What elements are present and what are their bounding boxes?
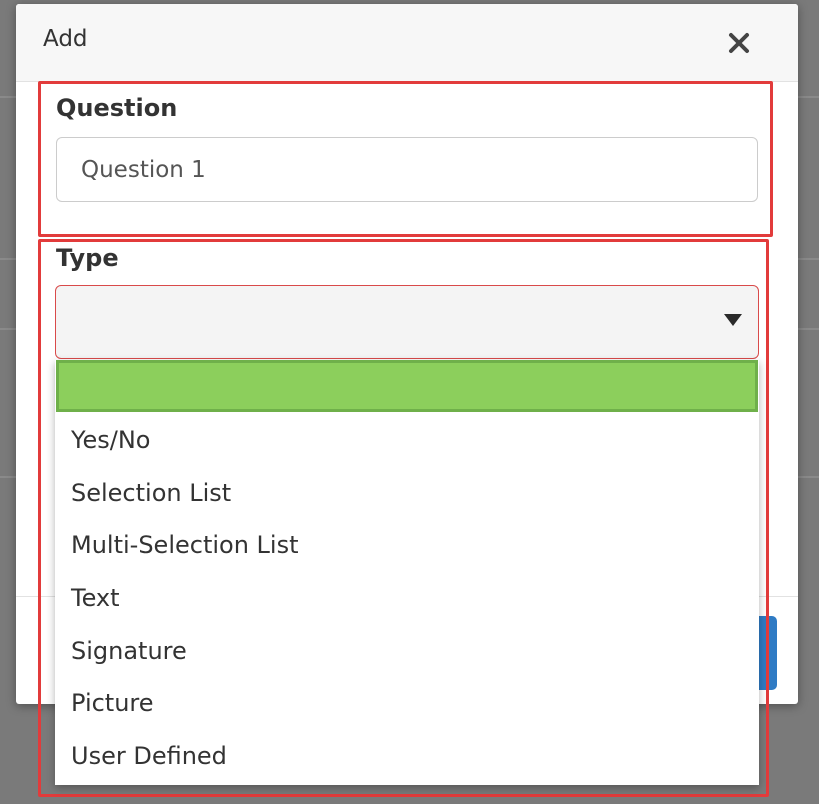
modal-header: Add — [16, 4, 798, 82]
type-option-selection-list[interactable]: Selection List — [55, 467, 759, 519]
close-button[interactable] — [719, 23, 759, 63]
type-option-picture[interactable]: Picture — [55, 677, 759, 729]
type-option-text[interactable]: Text — [55, 572, 759, 624]
caret-down-icon — [724, 314, 742, 326]
type-dropdown-list: Yes/No Selection List Multi-Selection Li… — [55, 360, 759, 785]
type-option-multi-selection-list[interactable]: Multi-Selection List — [55, 519, 759, 571]
type-select[interactable] — [55, 285, 759, 359]
type-option-blank[interactable] — [56, 360, 758, 412]
type-label: Type — [56, 244, 119, 272]
question-input[interactable] — [56, 137, 758, 202]
close-icon — [729, 33, 749, 53]
type-option-signature[interactable]: Signature — [55, 625, 759, 677]
type-option-yes-no[interactable]: Yes/No — [55, 414, 759, 466]
type-option-user-defined[interactable]: User Defined — [55, 730, 759, 782]
question-label: Question — [56, 94, 178, 122]
modal-title: Add — [43, 26, 88, 52]
